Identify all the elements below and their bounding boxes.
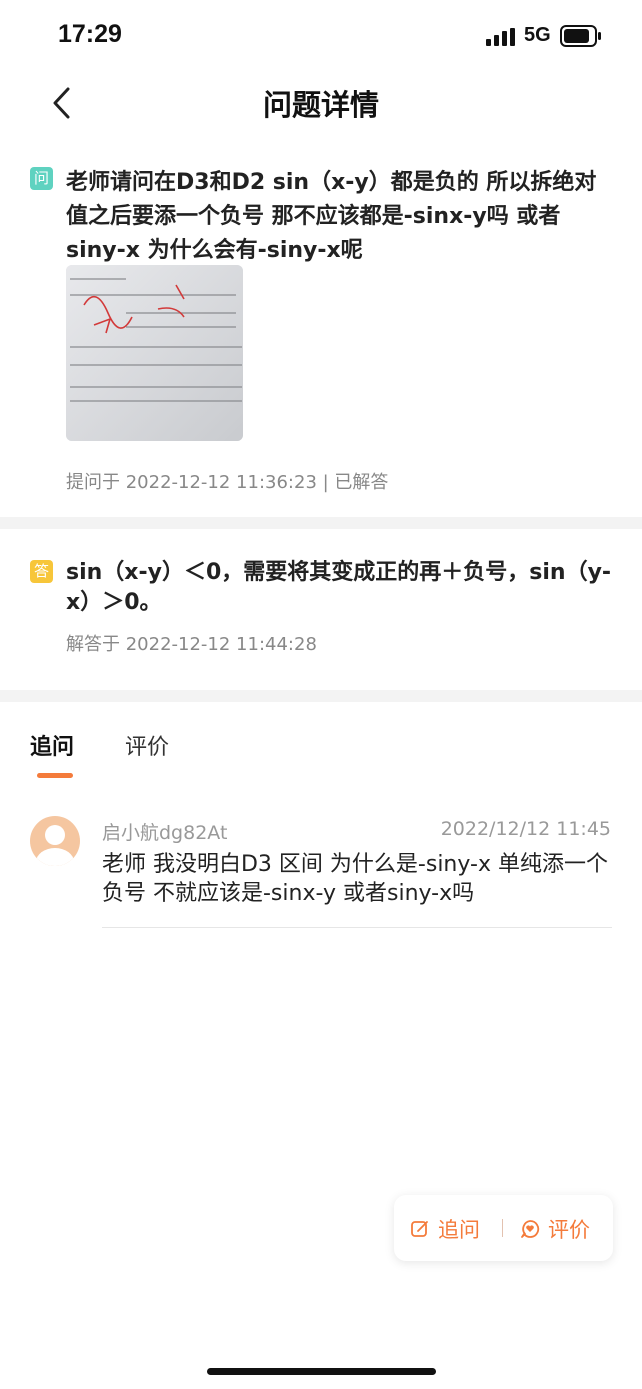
network-type: 5G	[524, 24, 551, 46]
question-tag: 问	[30, 167, 53, 190]
question-text: 老师请问在D3和D2 sin（x-y）都是负的 所以拆绝对值之后要添一个负号 那…	[66, 170, 597, 263]
followup-label: 追问	[438, 1218, 480, 1242]
status-bar: 17:29 5G	[0, 0, 642, 72]
floating-action-bar: 追问 评价	[394, 1195, 613, 1261]
comment-text: 老师 我没明白D3 区间 为什么是-siny-x 单纯添一个负号 不就应该是-s…	[102, 852, 608, 906]
answer-meta: 解答于 2022-12-12 11:44:28	[66, 634, 317, 655]
section-divider	[0, 690, 642, 702]
rate-label: 评价	[548, 1218, 590, 1242]
rate-button[interactable]: 评价	[520, 1214, 590, 1244]
followup-button[interactable]: 追问	[410, 1214, 480, 1244]
tab-bar: 追问 评价	[0, 705, 642, 785]
heart-chat-icon	[521, 1220, 540, 1238]
section-divider	[0, 517, 642, 529]
comment-divider	[102, 927, 612, 928]
action-separator	[502, 1219, 503, 1237]
page-title: 问题详情	[262, 88, 379, 122]
answer-tag: 答	[30, 560, 53, 583]
nav-bar: 问题详情	[0, 72, 642, 132]
question-image[interactable]	[66, 265, 243, 441]
answer-card: 答 sin（x-y）＜0，需要将其变成正的再＋负号，sin（y-x）＞0。 解答…	[0, 530, 642, 690]
tab-followup[interactable]: 追问	[30, 729, 74, 761]
comment-date: 2022/12/12 11:45	[440, 818, 611, 840]
edit-icon	[411, 1221, 428, 1237]
signal-icon	[486, 28, 515, 46]
avatar	[30, 816, 80, 866]
battery-icon	[560, 25, 601, 47]
comment-item: 启小航dg82At 2022/12/12 11:45 老师 我没明白D3 区间 …	[0, 810, 642, 930]
tab-rating[interactable]: 评价	[125, 729, 169, 761]
answer-text: sin（x-y）＜0，需要将其变成正的再＋负号，sin（y-x）＞0。	[66, 560, 612, 615]
question-meta: 提问于 2022-12-12 11:36:23 | 已解答	[66, 472, 389, 493]
comment-author: 启小航dg82At	[102, 822, 228, 844]
tab-active-indicator	[37, 773, 73, 778]
home-indicator	[207, 1368, 436, 1375]
question-card: 问 老师请问在D3和D2 sin（x-y）都是负的 所以拆绝对值之后要添一个负号…	[0, 150, 642, 516]
status-time: 17:29	[58, 20, 122, 48]
